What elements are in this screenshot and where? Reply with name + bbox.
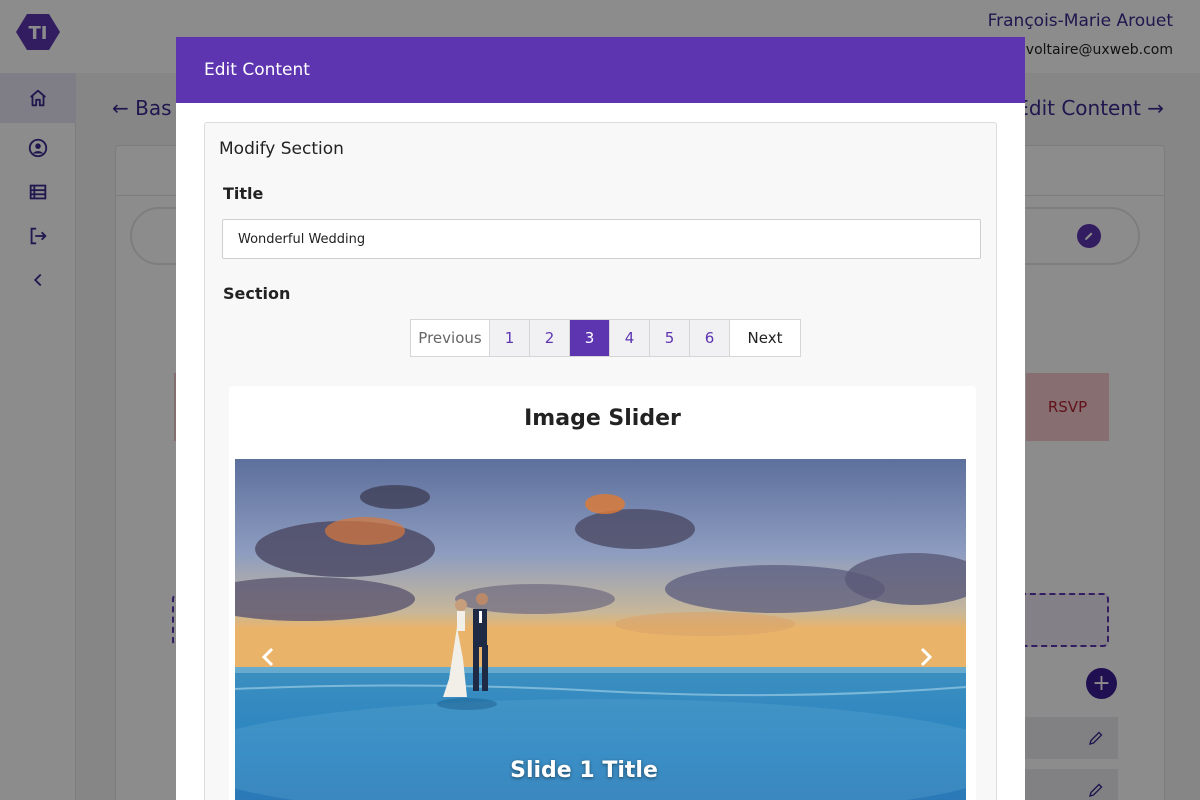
modal-header: Edit Content xyxy=(176,37,1025,103)
pagination-next[interactable]: Next xyxy=(730,320,800,356)
title-label: Title xyxy=(223,184,264,203)
image-slider-preview: Image Slider Slide 1 Title xyxy=(229,386,976,800)
pagination-page-2[interactable]: 2 xyxy=(530,320,570,356)
edit-content-modal: Edit Content Modify Section Title Sectio… xyxy=(176,37,1025,800)
chevron-right-icon xyxy=(920,647,933,667)
modal-title: Edit Content xyxy=(204,60,310,80)
pagination-page-3[interactable]: 3 xyxy=(570,320,610,356)
pagination-page-1[interactable]: 1 xyxy=(490,320,530,356)
section-pagination: Previous 1 2 3 4 5 6 Next xyxy=(410,319,801,357)
pagination-previous[interactable]: Previous xyxy=(411,320,490,356)
section-label: Section xyxy=(223,284,291,303)
pagination-page-4[interactable]: 4 xyxy=(610,320,650,356)
title-input[interactable] xyxy=(222,219,981,259)
pagination-page-6[interactable]: 6 xyxy=(690,320,730,356)
slide-image: Slide 1 Title xyxy=(235,459,966,800)
slider-next-button[interactable] xyxy=(913,644,939,670)
slider-prev-button[interactable] xyxy=(255,644,281,670)
chevron-left-icon xyxy=(261,647,274,667)
pagination-page-5[interactable]: 5 xyxy=(650,320,690,356)
modify-section-panel: Modify Section Title Section Previous 1 … xyxy=(204,122,997,800)
section-title: Modify Section xyxy=(219,139,344,159)
slide-caption: Slide 1 Title xyxy=(510,758,658,783)
wedding-beach-photo xyxy=(235,459,966,800)
slider-heading: Image Slider xyxy=(524,406,681,431)
